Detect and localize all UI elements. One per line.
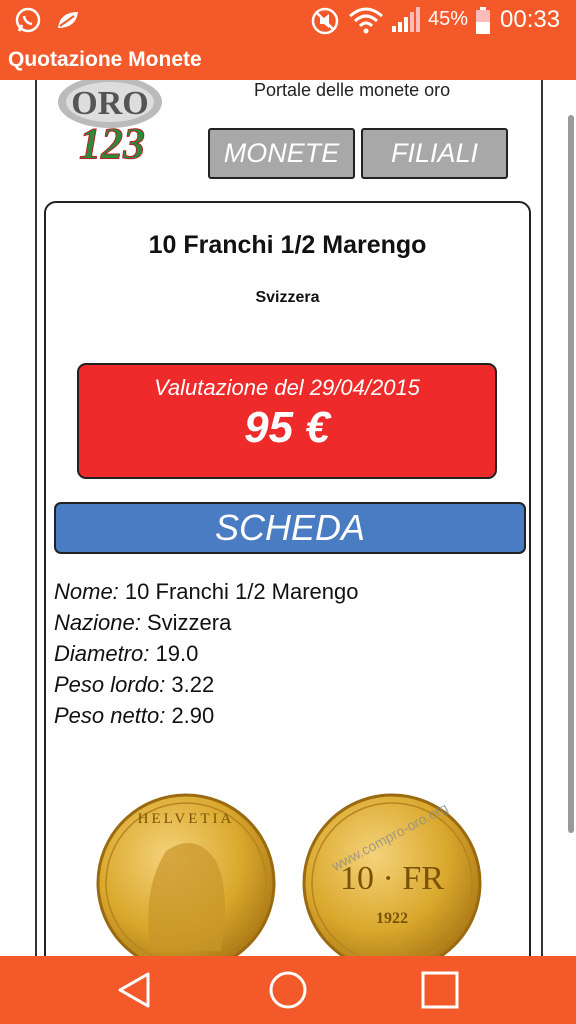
logo-text: ORO xyxy=(71,85,148,122)
detail-value: 10 Franchi 1/2 Marengo xyxy=(124,579,359,604)
leaf-icon xyxy=(58,12,78,28)
app-bar: Quotazione Monete xyxy=(0,40,576,80)
coin-image: HELVETIA 10 · FR 1922 www.compro-oro.org xyxy=(96,793,482,956)
detail-row-peso-lordo: Peso lordo: 3.22 xyxy=(54,669,524,700)
mute-icon xyxy=(311,7,339,35)
whatsapp-icon xyxy=(15,7,41,33)
home-icon[interactable] xyxy=(266,970,310,1010)
reverse-denomination: 10 · FR xyxy=(340,860,444,897)
signal-icon xyxy=(392,7,420,32)
battery-icon xyxy=(476,7,490,34)
detail-label: Peso lordo: xyxy=(54,672,166,697)
content-area[interactable]: ORO 123 Portale delle monete oro MONETE … xyxy=(0,80,576,956)
valuation-box: Valutazione del 29/04/2015 95 € xyxy=(77,363,497,479)
detail-label: Peso netto: xyxy=(54,703,166,728)
back-icon[interactable] xyxy=(112,970,156,1010)
detail-row-peso-netto: Peso netto: 2.90 xyxy=(54,700,524,731)
coin-card: 10 Franchi 1/2 Marengo Svizzera Valutazi… xyxy=(44,201,531,956)
detail-label: Diametro: xyxy=(54,641,150,666)
coin-obverse: HELVETIA xyxy=(96,793,276,956)
coin-title: 10 Franchi 1/2 Marengo xyxy=(148,231,427,259)
detail-value: 19.0 xyxy=(155,641,199,666)
recents-icon[interactable] xyxy=(418,970,462,1010)
valuation-date: Valutazione del 29/04/2015 xyxy=(154,375,420,400)
coin-reverse: 10 · FR 1922 www.compro-oro.org xyxy=(302,793,482,956)
system-nav-bar xyxy=(0,956,576,1024)
detail-label: Nome: xyxy=(54,579,119,604)
clock: 00:33 xyxy=(500,6,561,33)
logo-number: 123 xyxy=(79,119,145,166)
detail-value: 3.22 xyxy=(171,672,215,697)
detail-row-nome: Nome: 10 Franchi 1/2 Marengo xyxy=(54,576,524,607)
battery-percent: 45% xyxy=(428,8,469,30)
reverse-year: 1922 xyxy=(376,910,408,927)
detail-value: Svizzera xyxy=(146,610,232,635)
oro123-logo: ORO 123 xyxy=(58,80,162,166)
coin-country: Svizzera xyxy=(255,289,320,306)
monete-button[interactable]: MONETE xyxy=(208,128,355,179)
wifi-icon xyxy=(349,7,383,34)
detail-label: Nazione: xyxy=(54,610,141,635)
filiali-button[interactable]: FILIALI xyxy=(361,128,508,179)
portal-subtitle: Portale delle monete oro xyxy=(254,80,451,100)
app-title: Quotazione Monete xyxy=(8,48,202,71)
detail-value: 2.90 xyxy=(171,703,215,728)
detail-row-diametro: Diametro: 19.0 xyxy=(54,638,524,669)
scrollbar[interactable] xyxy=(568,115,574,833)
status-bar: 45% 00:33 xyxy=(0,0,576,40)
scheda-button[interactable]: SCHEDA xyxy=(54,502,526,554)
coin-details: Nome: 10 Franchi 1/2 Marengo Nazione: Sv… xyxy=(54,576,524,731)
valuation-price: 95 € xyxy=(244,403,330,452)
obverse-text: HELVETIA xyxy=(138,811,235,827)
detail-row-nazione: Nazione: Svizzera xyxy=(54,607,524,638)
